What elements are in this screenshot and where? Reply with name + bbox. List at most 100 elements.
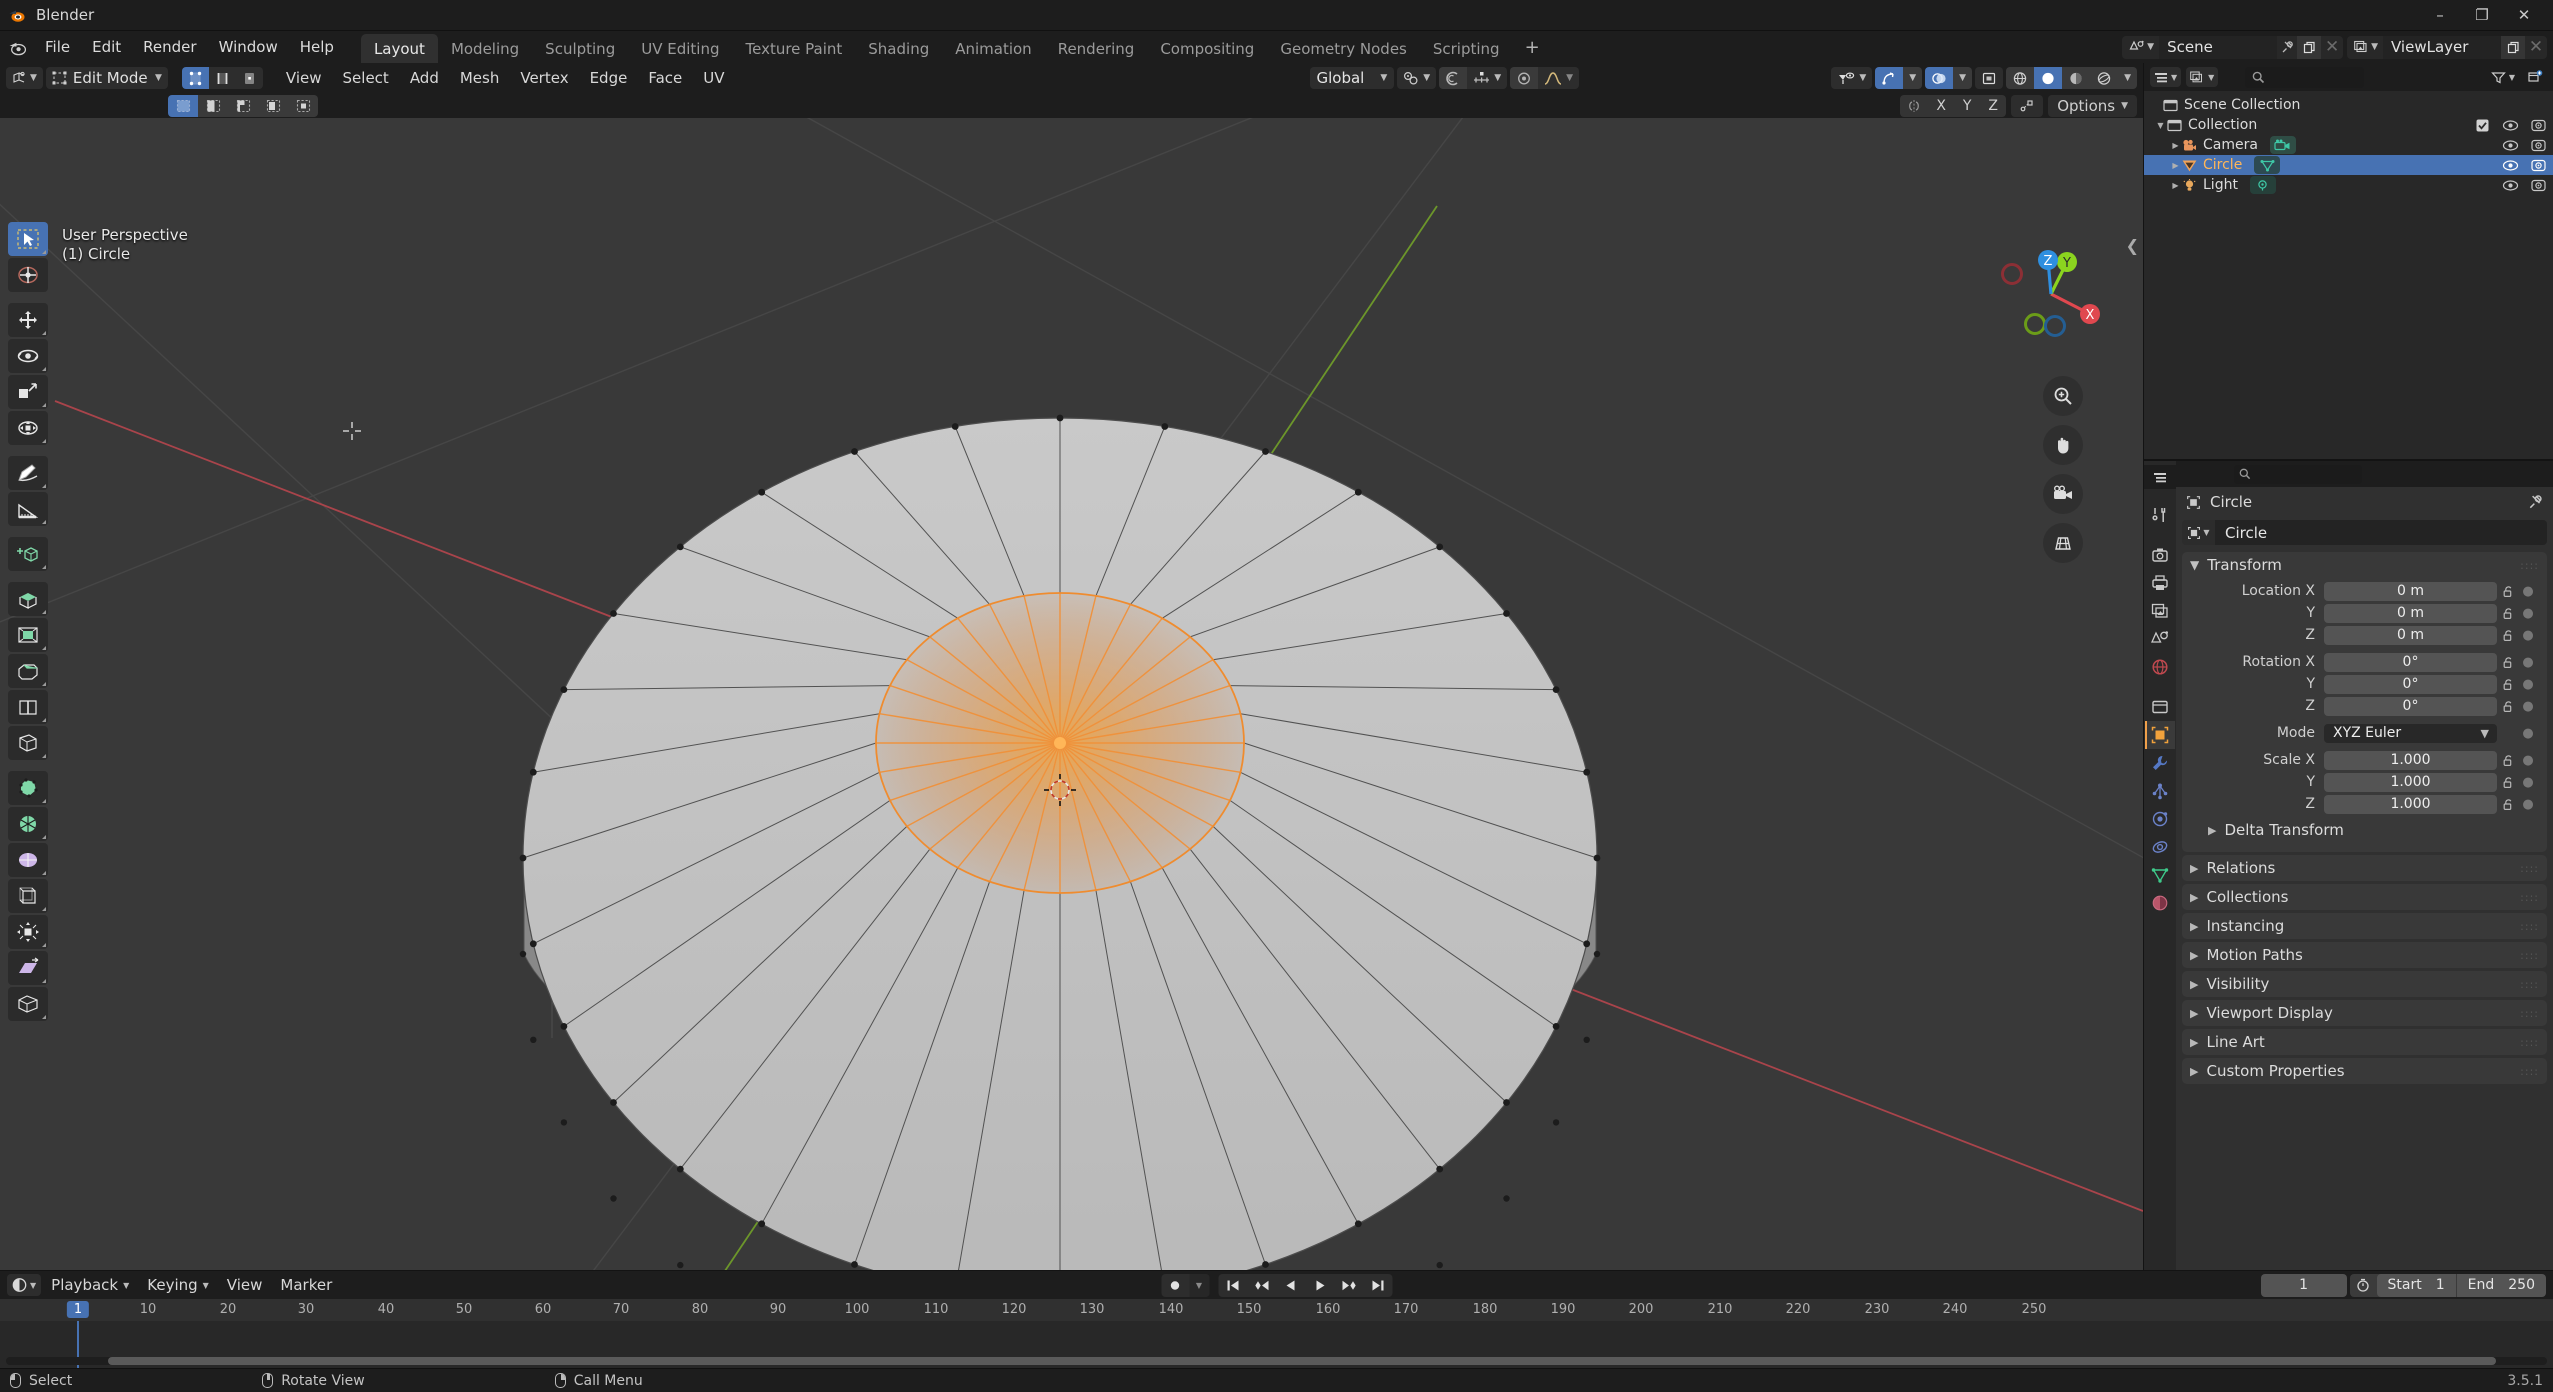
symmetry-z-button[interactable]: Z (1980, 94, 2007, 117)
cursor-tool[interactable] (8, 258, 48, 292)
frame-range-fields[interactable]: Start 1 End 250 (2376, 1273, 2546, 1297)
workspace-tab-modeling[interactable]: Modeling (438, 34, 532, 63)
workspace-tab-geometry-nodes[interactable]: Geometry Nodes (1267, 34, 1420, 63)
editor-type-button[interactable]: ▼ (6, 67, 43, 89)
unlink-scene-button[interactable]: ✕ (2321, 36, 2343, 59)
outliner-row-circle[interactable]: ▶ Circle (2144, 155, 2553, 175)
disable-in-renders-icon[interactable] (2530, 117, 2547, 134)
maximize-button[interactable]: ❐ (2461, 0, 2503, 31)
expander-icon[interactable]: ▶ (2169, 161, 2182, 170)
particles-tab[interactable] (2145, 777, 2175, 805)
3d-viewport[interactable]: User Perspective (1) Circle X Y Z ❮ (0, 118, 2143, 1270)
auto-keying-button[interactable] (1161, 1274, 1189, 1297)
properties-search-input[interactable] (2234, 464, 2362, 484)
timeline-body[interactable] (0, 1321, 2553, 1368)
timeline-menu-keying[interactable]: Keying ▼ (139, 1274, 217, 1297)
playhead-label[interactable]: 1 (66, 1301, 90, 1318)
rotation-y-field[interactable]: 0° (2324, 674, 2497, 694)
lock-location-z-icon[interactable] (2497, 629, 2519, 642)
lock-rotation-y-icon[interactable] (2497, 678, 2519, 691)
auto-merge-button[interactable] (2011, 94, 2044, 117)
timeline-editor-type-button[interactable]: ▼ (7, 1274, 42, 1296)
outliner-search-input[interactable] (2245, 66, 2364, 88)
outliner-row-light[interactable]: ▶ Light (2144, 175, 2553, 195)
outliner-display-mode-button[interactable]: ▼ (2186, 67, 2219, 87)
spin-tool[interactable] (8, 807, 48, 841)
hide-in-viewport-icon[interactable] (2502, 157, 2519, 174)
collection-tab[interactable] (2145, 693, 2175, 721)
visibility-panel[interactable]: ▶ Visibility :::: (2182, 971, 2547, 997)
expander-icon[interactable]: ▼ (2154, 121, 2167, 130)
use-preview-range-icon[interactable] (2350, 1278, 2377, 1292)
outliner-editor-type-button[interactable]: ▼ (2150, 67, 2182, 87)
menu-edit[interactable]: Edit (81, 31, 132, 63)
lock-rotation-x-icon[interactable] (2497, 656, 2519, 669)
shading-options-dropdown[interactable]: ▼ (2118, 67, 2137, 89)
proportional-editing-toggle[interactable] (1439, 67, 1468, 89)
auto-keying-options-dropdown[interactable]: ▼ (1189, 1273, 1209, 1297)
add-workspace-button[interactable]: + (1513, 31, 1552, 63)
pin-id-icon[interactable] (2528, 494, 2543, 510)
world-tab[interactable] (2145, 653, 2175, 681)
animate-location-z-icon[interactable]: ● (2519, 628, 2537, 643)
animate-rotation-x-icon[interactable]: ● (2519, 655, 2537, 670)
measure-tool[interactable] (8, 492, 48, 526)
hide-in-viewport-icon[interactable] (2502, 137, 2519, 154)
mesh-data-icon[interactable] (2254, 156, 2281, 174)
menu-file[interactable]: File (34, 31, 81, 63)
workspace-tab-rendering[interactable]: Rendering (1045, 34, 1148, 63)
motion-paths-panel[interactable]: ▶ Motion Paths :::: (2182, 942, 2547, 968)
zoom-icon[interactable] (2043, 376, 2083, 416)
workspace-tab-scripting[interactable]: Scripting (1420, 34, 1513, 63)
workspace-tab-uv-editing[interactable]: UV Editing (628, 34, 732, 63)
minimize-button[interactable]: – (2419, 0, 2461, 31)
transform-tool[interactable] (8, 411, 48, 445)
location-y-field[interactable]: 0 m (2324, 603, 2497, 623)
workspace-tab-sculpting[interactable]: Sculpting (532, 34, 628, 63)
location-z-field[interactable]: 0 m (2324, 625, 2497, 645)
lock-scale-z-icon[interactable] (2497, 798, 2519, 811)
menu-render[interactable]: Render (132, 31, 207, 63)
animate-location-y-icon[interactable]: ● (2519, 606, 2537, 621)
object-visibility-selector[interactable]: ▼ (1831, 67, 1873, 89)
play-button[interactable] (1305, 1274, 1334, 1297)
hide-in-viewport-icon[interactable] (2502, 177, 2519, 194)
current-frame-field[interactable]: 1 (2260, 1273, 2347, 1297)
animate-scale-y-icon[interactable]: ● (2519, 775, 2537, 790)
select-extend-button[interactable] (198, 94, 228, 117)
mode-selector[interactable]: Edit Mode ▼ (45, 67, 168, 89)
workspace-tab-shading[interactable]: Shading (855, 34, 942, 63)
timeline-scrollbar[interactable] (6, 1357, 2547, 1365)
pin-scene-icon[interactable] (2277, 40, 2297, 54)
viewport-menu-mesh[interactable]: Mesh (451, 65, 509, 91)
collections-panel[interactable]: ▶ Collections :::: (2182, 884, 2547, 910)
material-tab[interactable] (2145, 889, 2175, 917)
line-art-panel[interactable]: ▶ Line Art :::: (2182, 1029, 2547, 1055)
relations-panel[interactable]: ▶ Relations :::: (2182, 855, 2547, 881)
move-tool[interactable] (8, 303, 48, 337)
expander-icon[interactable]: ▶ (2169, 141, 2182, 150)
properties-editor-type-button[interactable] (2144, 465, 2176, 489)
data-tab[interactable] (2145, 861, 2175, 889)
disable-in-renders-icon[interactable] (2530, 137, 2547, 154)
edge-slide-tool[interactable] (8, 879, 48, 913)
scene-tab[interactable] (2145, 625, 2175, 653)
overlay-options-dropdown[interactable]: ▼ (1953, 67, 1973, 89)
rotate-tool[interactable] (8, 339, 48, 373)
outliner-row-scene-collection[interactable]: Scene Collection (2144, 95, 2553, 115)
lock-rotation-z-icon[interactable] (2497, 700, 2519, 713)
viewport-menu-uv[interactable]: UV (694, 65, 733, 91)
symmetry-x-button[interactable]: X (1928, 94, 1955, 117)
scale-tool[interactable] (8, 375, 48, 409)
modifier-tab[interactable] (2145, 749, 2175, 777)
select-invert-button[interactable] (258, 94, 288, 117)
loop-cut-tool[interactable] (8, 690, 48, 724)
outliner-new-collection-button[interactable] (2524, 67, 2547, 87)
outliner-row-camera[interactable]: ▶ Camera (2144, 135, 2553, 155)
collection-checkbox[interactable] (2474, 117, 2491, 134)
proportional-falloff-selector[interactable]: ▼ (1467, 67, 1508, 89)
instancing-panel[interactable]: ▶ Instancing :::: (2182, 913, 2547, 939)
disable-in-renders-icon[interactable] (2530, 157, 2547, 174)
hide-in-viewport-icon[interactable] (2502, 117, 2519, 134)
lock-location-y-icon[interactable] (2497, 607, 2519, 620)
